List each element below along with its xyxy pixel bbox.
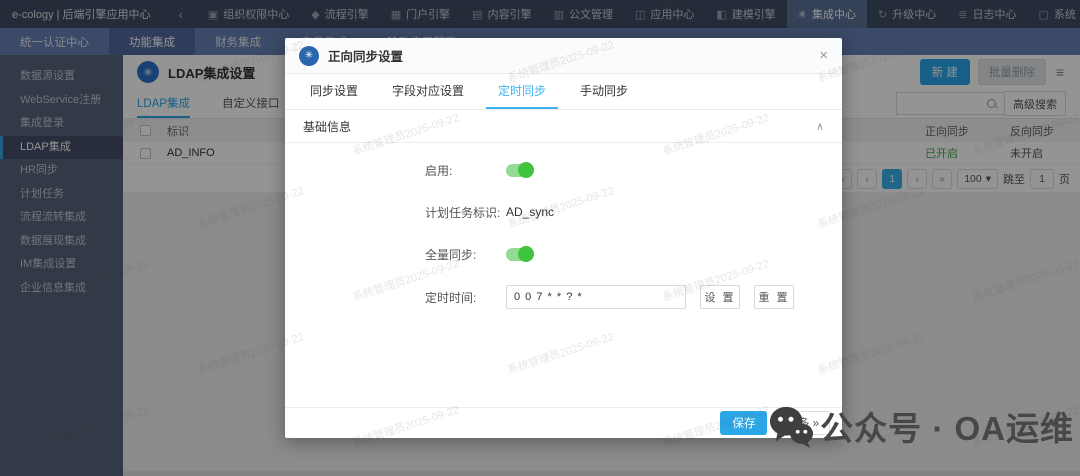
reset-button[interactable]: 重 置 — [754, 285, 794, 309]
more-button[interactable]: 更多 » — [775, 411, 830, 435]
basic-info-section-header: 基础信息 ∧ — [285, 110, 842, 143]
tab-field-mapping[interactable]: 字段对应设置 — [380, 74, 476, 109]
tab-sync-settings[interactable]: 同步设置 — [298, 74, 370, 109]
forward-sync-settings-dialog: ✳ 正向同步设置 × 同步设置 字段对应设置 定时同步 手动同步 基础信息 ∧ … — [285, 38, 842, 438]
collapse-icon[interactable]: ∧ — [816, 120, 824, 133]
enable-toggle[interactable] — [506, 164, 533, 177]
cron-field-row: 定时时间: 设 置 重 置 — [285, 285, 842, 309]
full-sync-toggle[interactable] — [506, 248, 533, 261]
dialog-footer: 保存 更多 » — [285, 407, 842, 438]
scheduled-sync-form: 启用: 计划任务标识: AD_sync 全量同步: 定时时间: 设 置 重 置 — [285, 143, 842, 309]
cron-expression-input[interactable] — [506, 285, 686, 309]
full-sync-field-row: 全量同步: — [285, 243, 842, 265]
task-id-field-row: 计划任务标识: AD_sync — [285, 201, 842, 223]
close-icon[interactable]: × — [819, 48, 828, 63]
save-button[interactable]: 保存 — [720, 411, 767, 435]
task-id-value: AD_sync — [506, 205, 554, 219]
set-button[interactable]: 设 置 — [700, 285, 740, 309]
enable-field-row: 启用: — [285, 159, 842, 181]
section-title: 基础信息 — [303, 118, 351, 135]
toggle-knob — [518, 246, 534, 262]
sync-settings-icon: ✳ — [299, 46, 319, 66]
enable-label: 启用: — [425, 162, 506, 179]
dialog-title: 正向同步设置 — [328, 46, 403, 65]
dialog-tabs: 同步设置 字段对应设置 定时同步 手动同步 — [285, 74, 842, 110]
tab-manual-sync[interactable]: 手动同步 — [568, 74, 640, 109]
task-id-label: 计划任务标识: — [425, 204, 506, 221]
tab-scheduled-sync[interactable]: 定时同步 — [486, 74, 558, 109]
dialog-header: ✳ 正向同步设置 × — [285, 38, 842, 74]
toggle-knob — [518, 162, 534, 178]
cron-label: 定时时间: — [425, 289, 506, 306]
full-sync-label: 全量同步: — [425, 246, 506, 263]
